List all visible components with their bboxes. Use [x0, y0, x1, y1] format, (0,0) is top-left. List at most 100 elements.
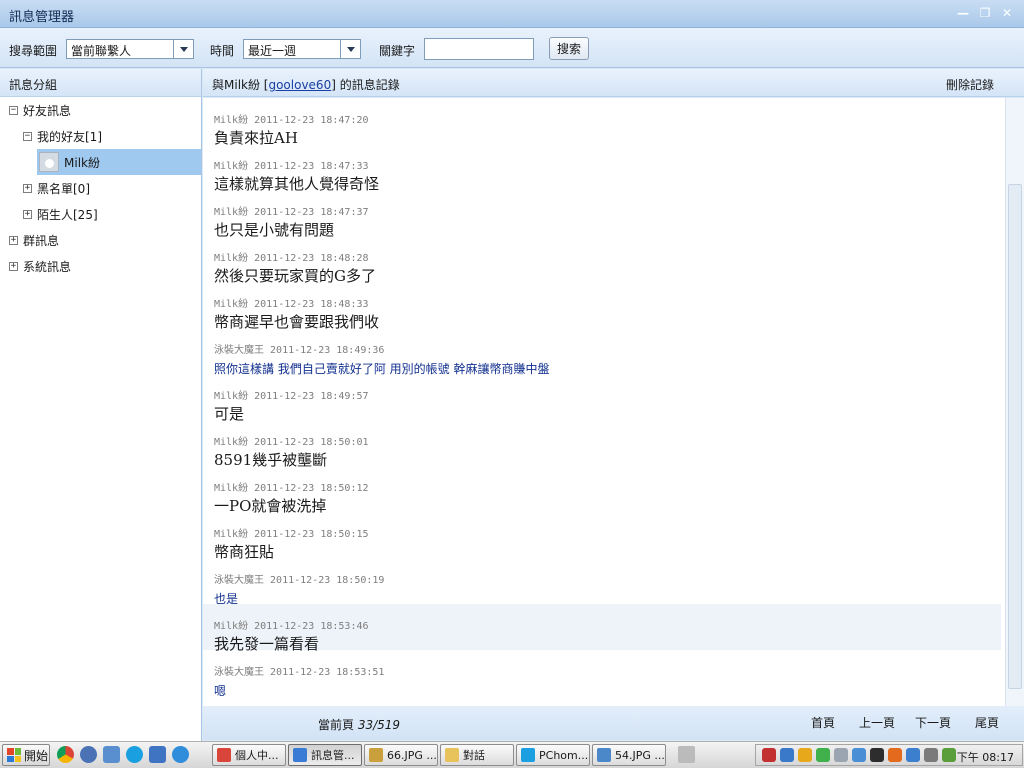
expand-icon[interactable]: +: [23, 183, 32, 193]
keyword-input[interactable]: [424, 38, 534, 60]
conversation-title-suffix: ] 的訊息記錄: [331, 78, 400, 92]
collapse-icon[interactable]: −: [9, 105, 18, 115]
next-page-link[interactable]: 下一頁: [915, 714, 951, 731]
tray-app-icon[interactable]: [924, 748, 938, 762]
pagination-footer: 當前頁 33/519 首頁 上一頁 下一頁 尾頁: [203, 706, 1024, 740]
collapse-icon[interactable]: −: [23, 131, 32, 141]
skype-icon[interactable]: [126, 746, 143, 763]
tray-app-icon[interactable]: [888, 748, 902, 762]
message-meta: 泳裝大魔王 2011-12-23 18:53:51: [214, 663, 384, 678]
message-time: 2011-12-23 18:53:46: [254, 621, 369, 632]
close-button[interactable]: ✕: [1000, 6, 1014, 20]
start-label: 開始: [24, 748, 49, 763]
message-time: 2011-12-23 18:49:57: [254, 391, 369, 402]
message-sender: Milk紛: [214, 207, 249, 218]
tree-node-system[interactable]: + 系統訊息: [9, 253, 71, 279]
windows-logo-icon: [7, 748, 21, 762]
app-icon: [369, 748, 383, 762]
start-button[interactable]: 開始: [2, 744, 50, 766]
tree-node-groups[interactable]: + 群訊息: [9, 227, 59, 253]
delete-history-button[interactable]: 刪除記錄: [946, 76, 994, 93]
expand-icon[interactable]: +: [23, 209, 32, 219]
message-item: Milk紛 2011-12-23 18:50:01 8591幾乎被壟斷: [203, 420, 1001, 469]
tree-node-blacklist[interactable]: + 黑名單[0]: [23, 175, 90, 201]
tree-label-system: 系統訊息: [23, 259, 72, 274]
search-button[interactable]: 搜索: [549, 37, 589, 60]
keyboard-icon[interactable]: [678, 746, 695, 763]
taskbar-task[interactable]: 訊息管...: [288, 744, 362, 766]
message-item: Milk紛 2011-12-23 18:50:12 一PO就會被洗掉: [203, 466, 1001, 515]
conversation-title: 與Milk紛 [goolove60] 的訊息記錄: [212, 76, 400, 93]
tray-app-icon[interactable]: [906, 748, 920, 762]
message-sender: Milk紛: [214, 299, 249, 310]
scrollbar[interactable]: [1005, 98, 1024, 706]
qq-icon[interactable]: [798, 748, 812, 762]
chat-app-icon[interactable]: [149, 746, 166, 763]
tree-node-strangers[interactable]: + 陌生人[25]: [23, 201, 98, 227]
message-meta: 泳裝大魔王 2011-12-23 18:49:36: [214, 341, 384, 356]
media-player-icon[interactable]: [80, 746, 97, 763]
expand-icon[interactable]: +: [9, 261, 18, 271]
taskbar-task[interactable]: 個人中...: [212, 744, 286, 766]
message-sender: Milk紛: [214, 161, 249, 172]
taskbar-task[interactable]: 對話: [440, 744, 514, 766]
window-controls: — ❐ ✕: [956, 6, 1014, 20]
tray-app-icon[interactable]: [816, 748, 830, 762]
tray-app-icon[interactable]: [762, 748, 776, 762]
tree-node-my-friends[interactable]: − 我的好友[1]: [23, 123, 102, 149]
contact-id-link[interactable]: goolove60: [268, 78, 331, 92]
message-item: Milk紛 2011-12-23 18:50:15 幣商狂貼: [203, 512, 1001, 561]
prev-page-link[interactable]: 上一頁: [859, 714, 895, 731]
last-page-link[interactable]: 尾頁: [975, 714, 999, 731]
page-value: 33/519: [357, 718, 401, 732]
chevron-down-icon[interactable]: [340, 40, 360, 58]
message-sender: Milk紛: [214, 529, 249, 540]
task-label: 訊息管...: [311, 749, 355, 762]
tree-node-friends[interactable]: − 好友訊息: [9, 97, 71, 123]
app-icon: [217, 748, 231, 762]
tray-app-icon[interactable]: [834, 748, 848, 762]
clock[interactable]: 下午 08:17: [957, 749, 1014, 765]
taskbar-task[interactable]: 54.JPG ...: [592, 744, 666, 766]
chrome-icon[interactable]: [57, 746, 74, 763]
taskbar-task[interactable]: 66.JPG ...: [364, 744, 438, 766]
message-item: Milk紛 2011-12-23 18:53:46 我先發一篇看看: [203, 604, 1001, 653]
message-meta: Milk紛 2011-12-23 18:48:28: [214, 249, 369, 264]
conversation-header: 與Milk紛 [goolove60] 的訊息記錄 刪除記錄: [203, 69, 1024, 97]
minimize-button[interactable]: —: [956, 6, 970, 20]
message-meta: Milk紛 2011-12-23 18:53:46: [214, 617, 369, 632]
expand-icon[interactable]: +: [9, 235, 18, 245]
scope-select[interactable]: 當前聯繫人: [66, 39, 194, 59]
message-list[interactable]: Milk紛 2011-12-23 18:47:20 負責來拉AH Milk紛 201…: [203, 98, 1005, 706]
message-time: 2011-12-23 18:47:33: [254, 161, 369, 172]
message-meta: Milk紛 2011-12-23 18:47:37: [214, 203, 369, 218]
tray-app-icon[interactable]: [852, 748, 866, 762]
explorer-icon[interactable]: [103, 746, 120, 763]
message-item: Milk紛 2011-12-23 18:49:57 可是: [203, 374, 1001, 423]
scrollbar-thumb[interactable]: [1008, 184, 1022, 689]
tray-app-icon[interactable]: [942, 748, 956, 762]
message-time: 2011-12-23 18:53:51: [270, 667, 385, 678]
tree-label-blacklist: 黑名單[0]: [37, 181, 90, 196]
sidebar-header: 訊息分組: [0, 69, 201, 97]
system-tray: 下午 08:17: [755, 744, 1023, 766]
ie-icon[interactable]: [172, 746, 189, 763]
taskbar-task[interactable]: PChom...: [516, 744, 590, 766]
first-page-link[interactable]: 首頁: [811, 714, 835, 731]
time-select[interactable]: 最近一週: [243, 39, 361, 59]
restore-button[interactable]: ❐: [978, 6, 992, 20]
task-label: 對話: [463, 749, 485, 762]
tree-label-groups: 群訊息: [23, 233, 60, 248]
tray-app-icon[interactable]: [780, 748, 794, 762]
tray-app-icon[interactable]: [870, 748, 884, 762]
tree-node-contact[interactable]: Milk紛: [39, 149, 100, 175]
window-title: 訊息管理器: [9, 10, 75, 25]
avatar: [39, 152, 59, 172]
message-meta: Milk紛 2011-12-23 18:50:01: [214, 433, 369, 448]
message-meta: Milk紛 2011-12-23 18:47:20: [214, 111, 369, 126]
tree-label-friends: 好友訊息: [23, 103, 72, 118]
chevron-down-icon[interactable]: [173, 40, 193, 58]
task-label: 個人中...: [235, 749, 279, 762]
message-sender: Milk紛: [214, 437, 249, 448]
tree-label-my-friends: 我的好友[1]: [37, 129, 102, 144]
